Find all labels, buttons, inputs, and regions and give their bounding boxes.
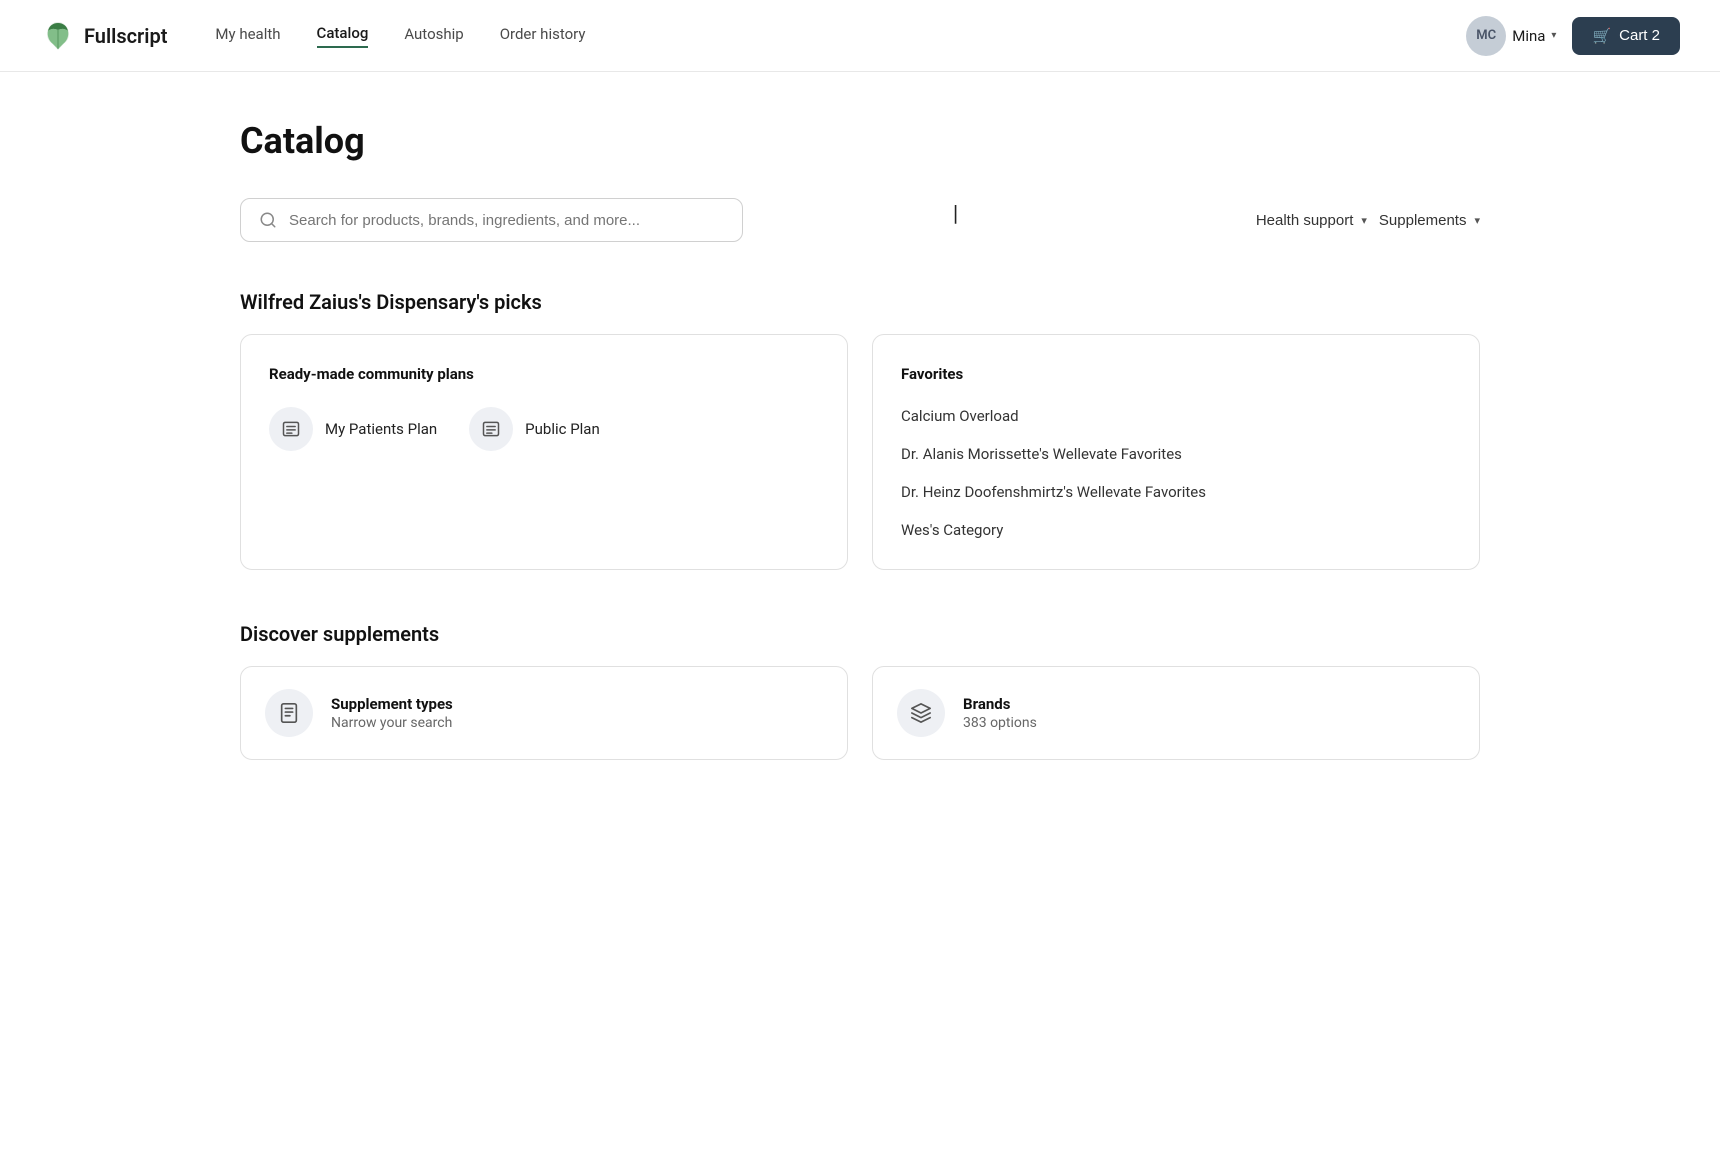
supplements-filter[interactable]: Supplements ▾ bbox=[1379, 212, 1480, 229]
my-patients-plan-label: My Patients Plan bbox=[325, 420, 437, 438]
nav-my-health[interactable]: My health bbox=[215, 25, 280, 47]
nav-right: MC Mina ▾ 🛒 Cart 2 bbox=[1466, 16, 1680, 56]
favorite-item-3[interactable]: Wes's Category bbox=[901, 521, 1451, 539]
community-plans-title: Ready-made community plans bbox=[269, 365, 819, 383]
nav-catalog[interactable]: Catalog bbox=[317, 24, 369, 48]
supplement-types-sub: Narrow your search bbox=[331, 715, 453, 731]
public-plan-icon bbox=[469, 407, 513, 451]
main-content: Catalog | Health support ▾ Supplements ▾ bbox=[200, 72, 1520, 820]
brands-name: Brands bbox=[963, 695, 1037, 713]
public-plan-list-icon bbox=[481, 419, 501, 439]
health-support-chevron-icon: ▾ bbox=[1361, 214, 1367, 227]
user-name: Mina bbox=[1512, 27, 1545, 45]
my-patients-plan-icon bbox=[269, 407, 313, 451]
picks-cards-row: Ready-made community plans My Patients P… bbox=[240, 334, 1480, 570]
cart-icon: 🛒 bbox=[1592, 27, 1611, 45]
logo[interactable]: Fullscript bbox=[40, 18, 167, 54]
nav-links: My health Catalog Autoship Order history bbox=[215, 24, 1466, 48]
health-support-label: Health support bbox=[1256, 212, 1354, 229]
supplement-types-name: Supplement types bbox=[331, 695, 453, 713]
search-box[interactable] bbox=[240, 198, 743, 242]
logo-icon bbox=[40, 18, 76, 54]
brands-text: Brands 383 options bbox=[963, 695, 1037, 731]
favorites-list: Calcium Overload Dr. Alanis Morissette's… bbox=[901, 407, 1451, 539]
favorites-title: Favorites bbox=[901, 365, 1451, 383]
health-support-filter[interactable]: Health support ▾ bbox=[1256, 212, 1367, 229]
my-patients-plan-item[interactable]: My Patients Plan bbox=[269, 407, 437, 451]
brands-layers-icon bbox=[910, 702, 932, 724]
user-dropdown[interactable]: MC Mina ▾ bbox=[1466, 16, 1556, 56]
plan-items: My Patients Plan Public Plan bbox=[269, 407, 819, 451]
supplement-list-icon bbox=[278, 702, 300, 724]
search-input[interactable] bbox=[289, 212, 724, 229]
search-filter-row: | Health support ▾ Supplements ▾ bbox=[240, 198, 1480, 242]
navbar: Fullscript My health Catalog Autoship Or… bbox=[0, 0, 1720, 72]
page-title: Catalog bbox=[240, 120, 1480, 162]
user-chevron-icon: ▾ bbox=[1551, 30, 1556, 41]
logo-text: Fullscript bbox=[84, 24, 167, 48]
discover-section: Discover supplements Supplement types Na… bbox=[240, 622, 1480, 760]
search-icon bbox=[259, 211, 277, 229]
filter-buttons: Health support ▾ Supplements ▾ bbox=[1256, 212, 1480, 229]
public-plan-label: Public Plan bbox=[525, 420, 600, 438]
favorite-item-0[interactable]: Calcium Overload bbox=[901, 407, 1451, 425]
brands-sub: 383 options bbox=[963, 715, 1037, 731]
favorite-item-2[interactable]: Dr. Heinz Doofenshmirtz's Wellevate Favo… bbox=[901, 483, 1451, 501]
public-plan-item[interactable]: Public Plan bbox=[469, 407, 600, 451]
supplement-types-card[interactable]: Supplement types Narrow your search bbox=[240, 666, 848, 760]
brands-card[interactable]: Brands 383 options bbox=[872, 666, 1480, 760]
picks-section-title: Wilfred Zaius's Dispensary's picks bbox=[240, 290, 1480, 314]
supplements-chevron-icon: ▾ bbox=[1474, 214, 1480, 227]
text-cursor-indicator: | bbox=[953, 202, 958, 227]
discover-section-title: Discover supplements bbox=[240, 622, 1480, 646]
nav-order-history[interactable]: Order history bbox=[500, 25, 586, 47]
favorites-card: Favorites Calcium Overload Dr. Alanis Mo… bbox=[872, 334, 1480, 570]
community-plans-card: Ready-made community plans My Patients P… bbox=[240, 334, 848, 570]
avatar: MC bbox=[1466, 16, 1506, 56]
favorite-item-1[interactable]: Dr. Alanis Morissette's Wellevate Favori… bbox=[901, 445, 1451, 463]
supplement-types-text: Supplement types Narrow your search bbox=[331, 695, 453, 731]
discover-cards: Supplement types Narrow your search Bran… bbox=[240, 666, 1480, 760]
picks-section: Wilfred Zaius's Dispensary's picks Ready… bbox=[240, 290, 1480, 570]
supplements-label: Supplements bbox=[1379, 212, 1467, 229]
cart-label: Cart 2 bbox=[1619, 27, 1660, 44]
supplement-types-icon bbox=[265, 689, 313, 737]
plan-list-icon bbox=[281, 419, 301, 439]
brands-icon bbox=[897, 689, 945, 737]
nav-autoship[interactable]: Autoship bbox=[404, 25, 463, 47]
cart-button[interactable]: 🛒 Cart 2 bbox=[1572, 17, 1680, 55]
